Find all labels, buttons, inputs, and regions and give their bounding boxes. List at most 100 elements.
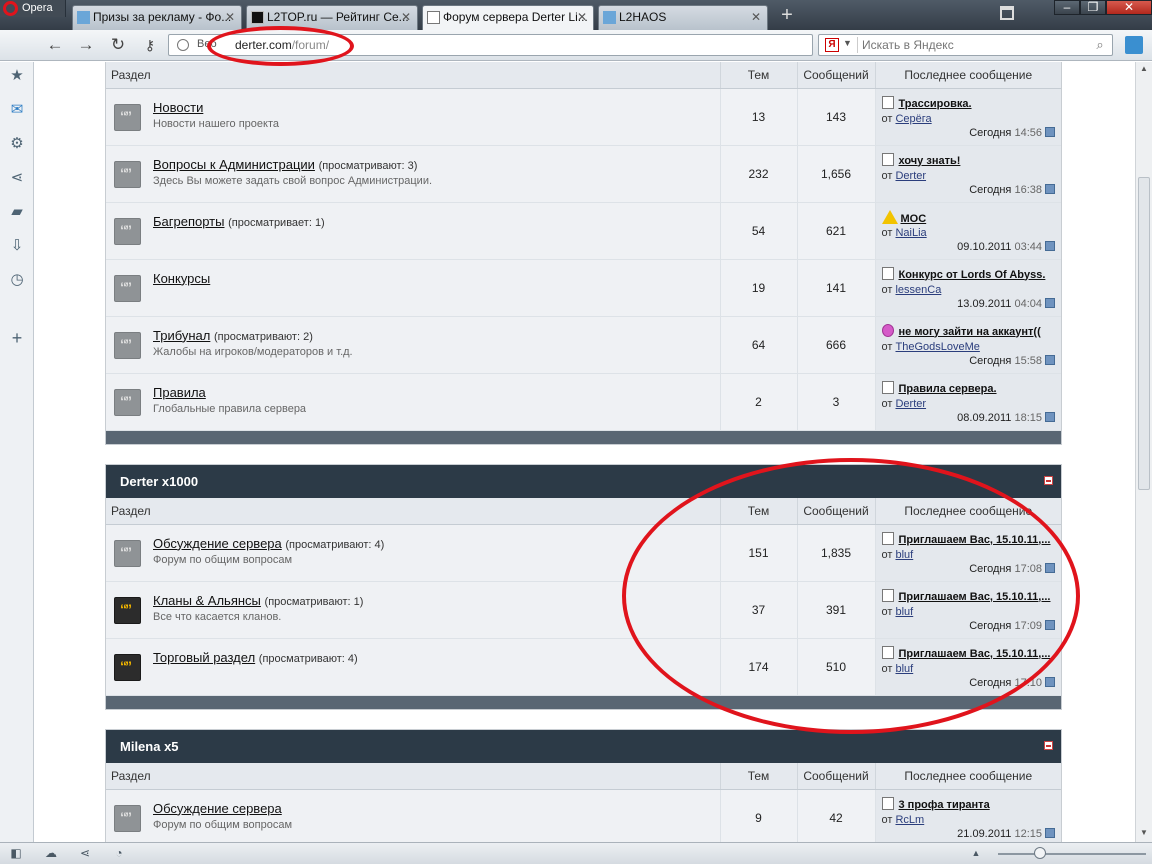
search-icon[interactable]: ⌕ bbox=[1092, 37, 1108, 53]
reload-icon[interactable]: ↻ bbox=[107, 35, 129, 55]
go-to-last-post-icon[interactable] bbox=[1045, 676, 1055, 687]
last-post-link[interactable]: Конкурс от Lords Of Abyss. bbox=[899, 269, 1046, 281]
tab-prizes[interactable]: Призы за рекламу - Фо... ✕ bbox=[72, 5, 242, 30]
last-post-link[interactable]: не могу зайти на аккаунт(( bbox=[899, 326, 1041, 338]
go-to-last-post-icon[interactable] bbox=[1045, 240, 1055, 251]
gear-icon[interactable]: ⚙ bbox=[7, 134, 27, 154]
panel-toggle-icon[interactable]: ◧ bbox=[8, 846, 24, 860]
tab-close-icon[interactable]: ✕ bbox=[225, 6, 235, 28]
forum-viewing-count: (просматривают: 1) bbox=[264, 595, 364, 608]
go-to-last-post-icon[interactable] bbox=[1045, 297, 1055, 308]
last-post-user-link[interactable]: TheGodsLoveMe bbox=[895, 341, 979, 353]
last-post-title: хочу знать! bbox=[881, 152, 1058, 167]
bookmarks-star-icon[interactable]: ★ bbox=[7, 66, 27, 86]
tab-derter-forum[interactable]: Форум сервера Derter Li... ✕ bbox=[422, 5, 594, 31]
tab-close-icon[interactable]: ✕ bbox=[751, 6, 761, 28]
post-count: 621 bbox=[797, 202, 876, 260]
opera-menu-button[interactable]: Opera bbox=[0, 0, 66, 17]
category-footer bbox=[106, 430, 1061, 444]
tab-close-icon[interactable]: ✕ bbox=[401, 6, 411, 28]
share-icon[interactable]: ⋖ bbox=[7, 168, 27, 188]
forum-title-link[interactable]: Конкурсы bbox=[153, 271, 210, 286]
last-post-cell: МОС от NaiLia 09.10.2011 03:44 bbox=[875, 202, 1061, 260]
forum-title-link[interactable]: Кланы & Альянсы bbox=[153, 593, 261, 608]
last-post-link[interactable]: хочу знать! bbox=[899, 155, 961, 167]
go-to-last-post-icon[interactable] bbox=[1045, 126, 1055, 137]
last-post-user-link[interactable]: Derter bbox=[895, 170, 926, 182]
go-to-last-post-icon[interactable] bbox=[1045, 354, 1055, 365]
turbo-gauge-icon[interactable]: ◔ bbox=[111, 846, 127, 860]
minimize-button[interactable]: – bbox=[1054, 0, 1080, 15]
closed-tabs-trash-icon[interactable] bbox=[1000, 6, 1014, 20]
download-icon[interactable] bbox=[1125, 36, 1143, 54]
last-post-time: 04:04 bbox=[1014, 297, 1042, 310]
thread-count: 2 bbox=[720, 373, 798, 431]
forum-title-link[interactable]: Торговый раздел bbox=[153, 650, 255, 665]
yandex-icon[interactable]: Я bbox=[825, 38, 839, 52]
forum-favicon-icon bbox=[77, 11, 90, 24]
search-input[interactable] bbox=[857, 37, 1085, 53]
forum-title-line: Торговый раздел (просматривают: 4) bbox=[153, 650, 358, 665]
last-post-user-link[interactable]: Derter bbox=[895, 398, 926, 410]
tab-close-icon[interactable]: ✕ bbox=[577, 6, 587, 28]
go-to-last-post-icon[interactable] bbox=[1045, 183, 1055, 194]
go-to-last-post-icon[interactable] bbox=[1045, 411, 1055, 422]
chevron-down-icon[interactable]: ▼ bbox=[843, 38, 852, 48]
vertical-scrollbar[interactable]: ▲ ▼ bbox=[1135, 62, 1152, 842]
mail-icon[interactable]: ✉ bbox=[7, 100, 27, 120]
notes-icon[interactable]: ▰ bbox=[7, 202, 27, 222]
forward-arrow-icon[interactable]: → bbox=[75, 35, 97, 55]
new-tab-button[interactable]: + bbox=[777, 5, 797, 25]
scrollbar-thumb[interactable] bbox=[1138, 177, 1150, 490]
last-post-time: 12:15 bbox=[1014, 827, 1042, 840]
forum-title-line: Правила bbox=[153, 385, 206, 400]
close-window-button[interactable]: ✕ bbox=[1106, 0, 1152, 15]
forum-row: Багрепорты (просматривает: 1) 54621 МОС от … bbox=[106, 202, 1061, 260]
tab-l2haos[interactable]: L2HAOS ✕ bbox=[598, 5, 768, 30]
maximize-button[interactable]: ❐ bbox=[1080, 0, 1106, 15]
last-post-user-link[interactable]: NaiLia bbox=[895, 227, 926, 239]
share-icon[interactable]: ⋖ bbox=[77, 846, 93, 860]
zoom-up-icon[interactable]: ▲ bbox=[968, 846, 984, 860]
last-post-link[interactable]: Трассировка. bbox=[899, 98, 972, 110]
forum-description: Жалобы на игроков/модераторов и т.д. bbox=[153, 345, 353, 358]
last-post-link[interactable]: МОС bbox=[901, 213, 927, 225]
last-post-day: 13.09.2011 bbox=[957, 297, 1012, 310]
scroll-down-arrow-icon[interactable]: ▼ bbox=[1139, 828, 1149, 838]
back-arrow-icon[interactable]: ← bbox=[44, 35, 66, 55]
forum-title-line: Обсуждение сервера (просматривают: 4) bbox=[153, 536, 384, 551]
last-post-user-link[interactable]: Серёга bbox=[895, 113, 931, 125]
forum-row: Новости Новости нашего проекта13143Трасс… bbox=[106, 88, 1061, 146]
zoom-slider-knob[interactable] bbox=[1034, 847, 1046, 859]
thread-count: 9 bbox=[720, 789, 798, 842]
last-post-link[interactable]: Правила сервера. bbox=[899, 383, 997, 395]
column-header-threads: Тем bbox=[720, 763, 798, 790]
key-icon[interactable]: ⚷ bbox=[139, 35, 161, 55]
forum-title-link[interactable]: Правила bbox=[153, 385, 206, 400]
collapse-icon[interactable] bbox=[1044, 741, 1053, 750]
go-to-last-post-icon[interactable] bbox=[1045, 827, 1055, 838]
forum-status-icon bbox=[114, 596, 141, 624]
forum-title-link[interactable]: Багрепорты bbox=[153, 214, 224, 229]
last-post-author: от TheGodsLoveMe bbox=[882, 341, 980, 353]
forum-title-link[interactable]: Обсуждение сервера bbox=[153, 536, 282, 551]
last-post-user-link[interactable]: lessenCa bbox=[895, 284, 941, 296]
last-post-user-link[interactable]: RcLm bbox=[895, 814, 924, 826]
forum-title-link[interactable]: Трибунал bbox=[153, 328, 210, 343]
forum-title-link[interactable]: Вопросы к Администрации bbox=[153, 157, 315, 172]
forum-title-link[interactable]: Новости bbox=[153, 100, 203, 115]
history-clock-icon[interactable]: ◷ bbox=[7, 270, 27, 290]
forum-title-link[interactable]: Обсуждение сервера bbox=[153, 801, 282, 816]
add-panel-icon[interactable]: + bbox=[7, 328, 27, 348]
last-post-cell: Правила сервера. от Derter 08.09.2011 18:1… bbox=[875, 373, 1061, 431]
annotation-ellipse-stats bbox=[622, 458, 1080, 734]
cloud-icon[interactable]: ☁ bbox=[43, 846, 59, 860]
forum-cell: Новости Новости нашего проекта bbox=[106, 88, 721, 146]
last-post-link[interactable]: 3 профа тиранта bbox=[899, 799, 990, 811]
downloads-icon[interactable]: ⇩ bbox=[7, 236, 27, 256]
zoom-slider[interactable] bbox=[998, 853, 1146, 855]
from-label: от bbox=[881, 340, 893, 353]
collapse-icon[interactable] bbox=[1044, 476, 1053, 485]
thread-count: 13 bbox=[720, 88, 798, 146]
scroll-up-arrow-icon[interactable]: ▲ bbox=[1139, 64, 1149, 74]
